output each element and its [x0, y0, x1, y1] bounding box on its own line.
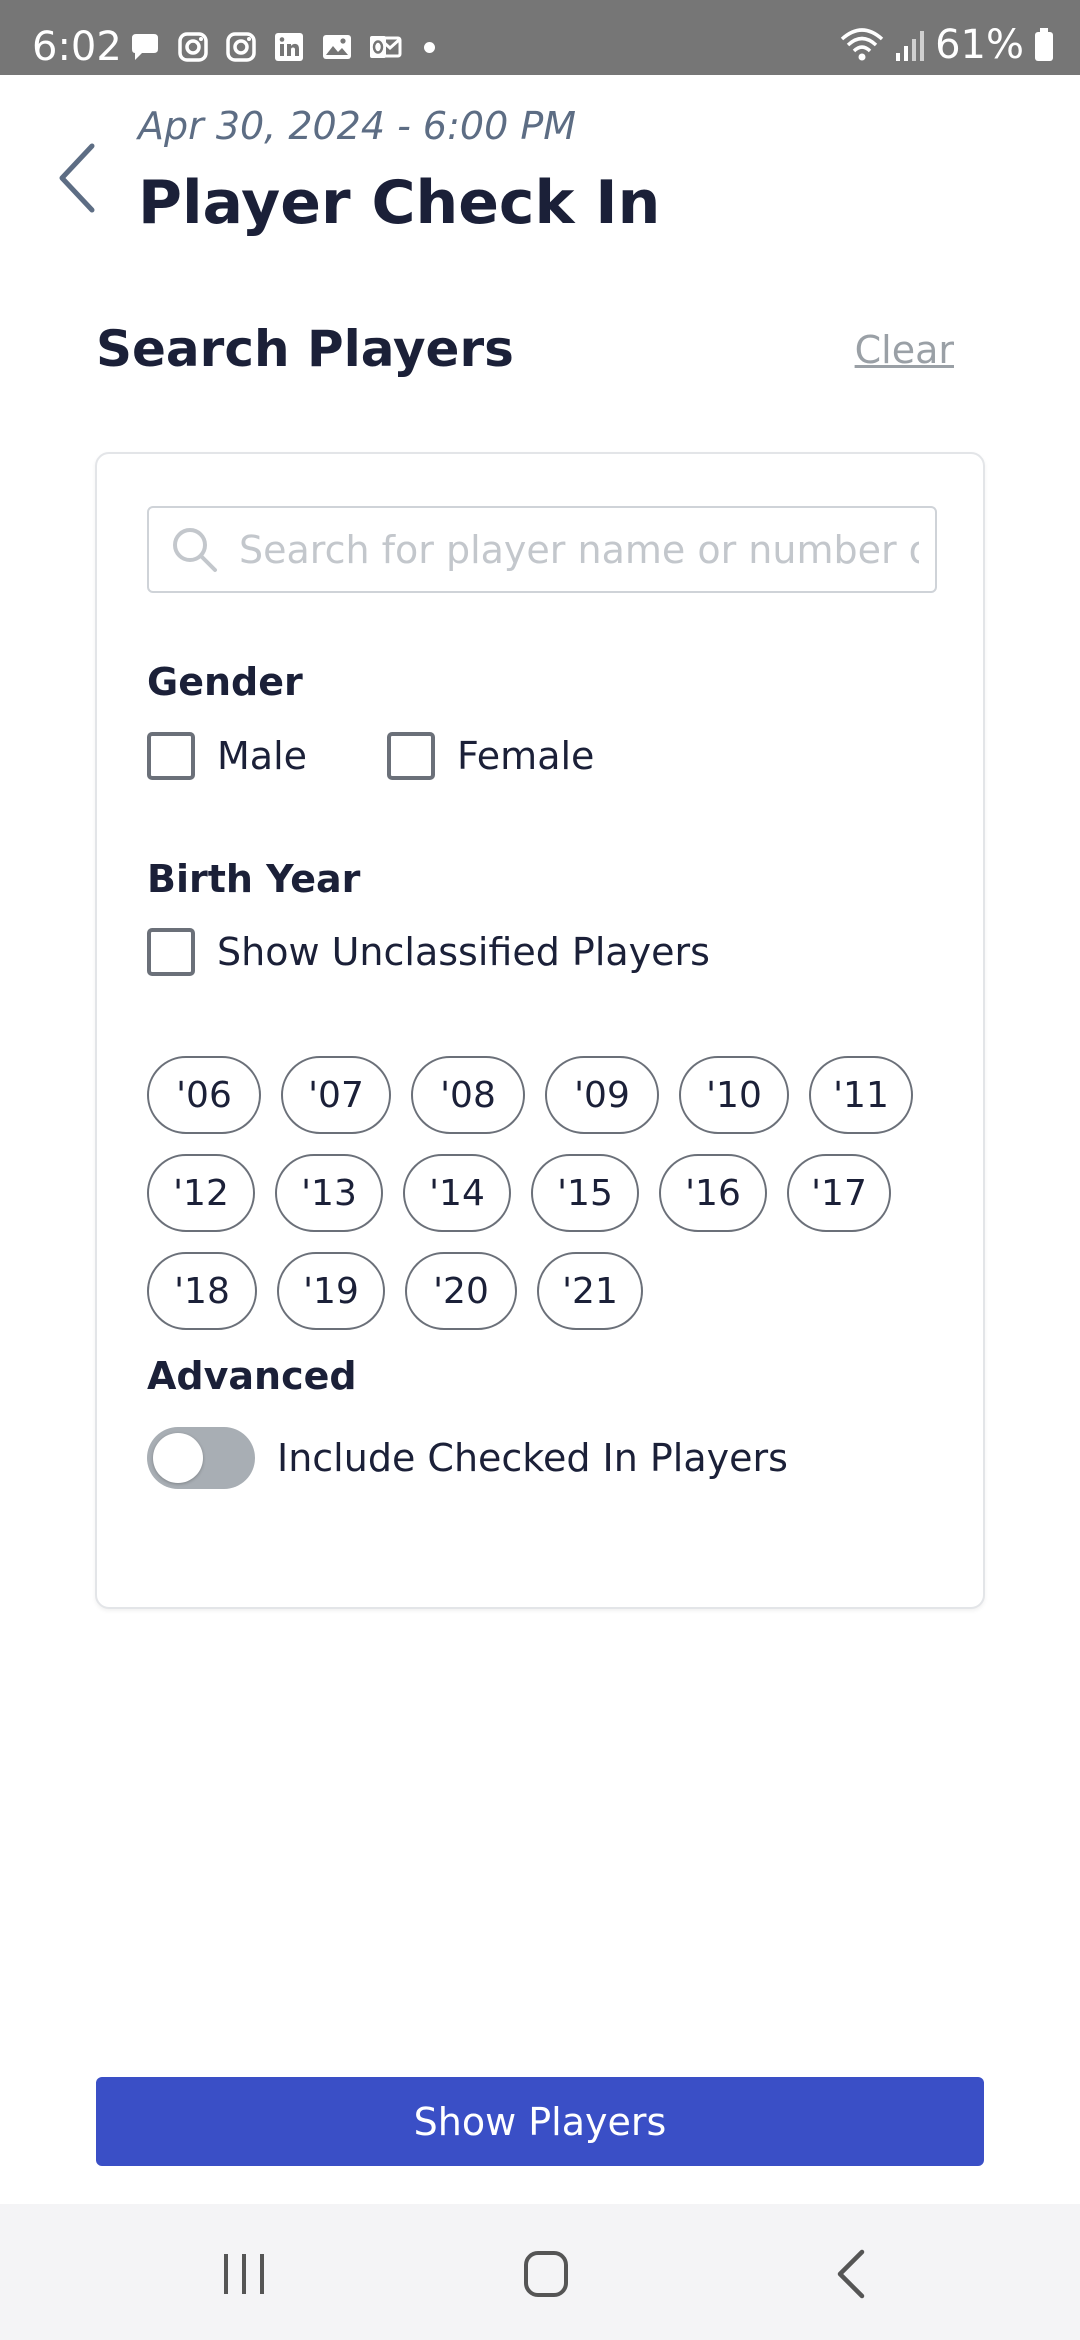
status-right: 61%: [839, 22, 1054, 68]
clear-button[interactable]: Clear: [855, 328, 954, 372]
female-label: Female: [457, 734, 595, 778]
year-pill-16[interactable]: '16: [659, 1154, 767, 1232]
year-pill-13[interactable]: '13: [275, 1154, 383, 1232]
linkedin-icon: [275, 33, 303, 61]
year-pill-17[interactable]: '17: [787, 1154, 891, 1232]
wifi-icon: [840, 28, 884, 61]
back-icon[interactable]: [810, 2244, 890, 2304]
page-title: Player Check In: [138, 168, 661, 238]
gender-options: Male Female: [147, 732, 594, 780]
dot-icon: [424, 41, 435, 53]
battery-icon: [1035, 28, 1053, 61]
year-pill-08[interactable]: '08: [411, 1056, 525, 1134]
year-pill-06[interactable]: '06: [147, 1056, 261, 1134]
female-checkbox[interactable]: [387, 732, 436, 780]
birth-year-label: Birth Year: [147, 857, 361, 901]
toggle-knob: [153, 1433, 203, 1483]
year-pill-19[interactable]: '19: [277, 1252, 385, 1330]
year-pill-10[interactable]: '10: [679, 1056, 789, 1134]
year-pill-12[interactable]: '12: [147, 1154, 255, 1232]
signal-icon: [896, 31, 925, 61]
home-icon[interactable]: [506, 2244, 586, 2304]
year-pill-18[interactable]: '18: [147, 1252, 257, 1330]
status-bar: 6:02 61%: [0, 0, 1080, 75]
notification-icons: [128, 30, 435, 64]
search-input[interactable]: [239, 518, 919, 582]
filter-card: Gender Male Female Birth Year Show Uncla…: [95, 452, 985, 1609]
year-pill-09[interactable]: '09: [545, 1056, 659, 1134]
year-pill-07[interactable]: '07: [281, 1056, 391, 1134]
gender-label: Gender: [147, 660, 303, 704]
instagram-icon: [178, 32, 208, 62]
advanced-label: Advanced: [147, 1354, 357, 1398]
search-icon: [173, 528, 217, 572]
outlook-icon: [370, 36, 402, 58]
male-label: Male: [217, 734, 308, 778]
chat-icon: [132, 34, 158, 60]
year-row-1: '06 '07 '08 '09 '10 '11: [147, 1056, 913, 1134]
year-pill-15[interactable]: '15: [531, 1154, 639, 1232]
include-checked-in-toggle[interactable]: [147, 1427, 255, 1489]
include-checked-in-row: Include Checked In Players: [147, 1427, 788, 1489]
battery-percentage: 61%: [935, 22, 1024, 68]
search-section-title: Search Players: [96, 320, 514, 378]
event-date: Apr 30, 2024 - 6:00 PM: [138, 104, 577, 148]
recent-apps-icon[interactable]: [204, 2244, 284, 2304]
include-checked-in-label: Include Checked In Players: [277, 1436, 788, 1480]
year-pill-21[interactable]: '21: [537, 1252, 643, 1330]
back-arrow-icon[interactable]: [54, 138, 104, 218]
gallery-icon: [323, 35, 351, 59]
year-row-3: '18 '19 '20 '21: [147, 1252, 643, 1330]
unclassified-checkbox[interactable]: [147, 928, 195, 976]
year-row-2: '12 '13 '14 '15 '16 '17: [147, 1154, 891, 1232]
status-time: 6:02: [32, 24, 122, 70]
show-players-button[interactable]: Show Players: [96, 2077, 984, 2166]
year-pill-11[interactable]: '11: [809, 1056, 913, 1134]
year-pill-20[interactable]: '20: [405, 1252, 517, 1330]
system-nav-bar: [0, 2204, 1080, 2340]
search-box[interactable]: [147, 506, 937, 593]
male-checkbox[interactable]: [147, 732, 195, 780]
unclassified-label: Show Unclassified Players: [217, 930, 710, 974]
year-pill-14[interactable]: '14: [403, 1154, 511, 1232]
instagram-icon: [226, 32, 256, 62]
unclassified-option: Show Unclassified Players: [147, 928, 710, 976]
